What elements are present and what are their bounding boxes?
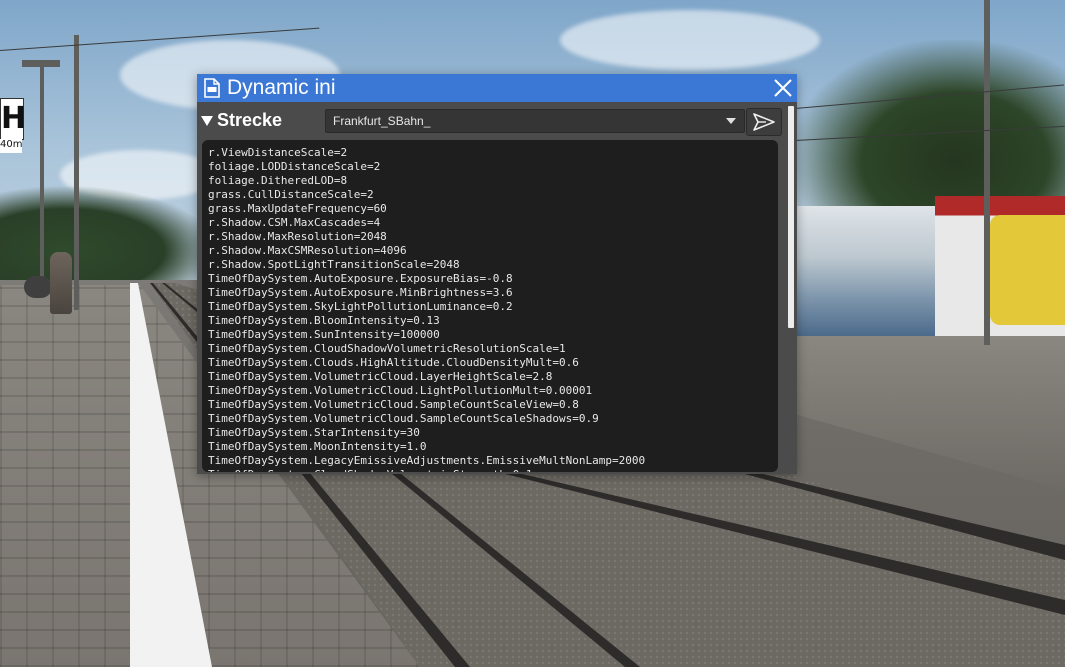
ini-line: r.Shadow.MaxCSMResolution=4096	[208, 244, 407, 257]
close-button[interactable]	[771, 76, 795, 100]
ini-line: grass.MaxUpdateFrequency=60	[208, 202, 387, 215]
dialog-titlebar[interactable]: Dynamic ini	[197, 74, 797, 102]
panel-scrollbar[interactable]	[788, 106, 794, 328]
apply-send-button[interactable]	[746, 108, 782, 136]
ini-text-area[interactable]: r.ViewDistanceScale=2 foliage.LODDistance…	[202, 140, 778, 472]
station-sign: H	[0, 98, 26, 140]
bench	[24, 276, 52, 298]
distance-sign: 40m	[0, 139, 22, 153]
ini-line: foliage.DitheredLOD=8	[208, 174, 348, 187]
ini-line: TimeOfDaySystem.Clouds.HighAltitude.Clou…	[208, 356, 579, 369]
route-select-value: Frankfurt_SBahn_	[333, 114, 431, 128]
ini-line: TimeOfDaySystem.AutoExposure.MinBrightne…	[208, 286, 513, 299]
ini-line: TimeOfDaySystem.LegacyEmissiveAdjustment…	[208, 454, 646, 467]
ini-line: TimeOfDaySystem.CloudShadowVolumetricRes…	[208, 342, 566, 355]
ini-line: TimeOfDaySystem.StarIntensity=30	[208, 426, 420, 439]
strecke-section-toggle[interactable]: Strecke	[201, 110, 282, 131]
ini-line: TimeOfDaySystem.VolumetricCloud.SampleCo…	[208, 412, 599, 425]
ini-line: r.Shadow.MaxResolution=2048	[208, 230, 387, 243]
dialog-title: Dynamic ini	[227, 76, 336, 99]
ini-line: foliage.LODDistanceScale=2	[208, 160, 381, 173]
route-select[interactable]: Frankfurt_SBahn_	[325, 109, 745, 133]
lamp-head	[22, 60, 60, 67]
ini-line: TimeOfDaySystem.MoonIntensity=1.0	[208, 440, 427, 453]
ini-file-icon	[203, 77, 221, 99]
ini-line: TimeOfDaySystem.VolumetricCloud.SampleCo…	[208, 398, 579, 411]
ini-line: TimeOfDaySystem.AutoExposure.ExposureBia…	[208, 272, 513, 285]
train-front	[990, 215, 1065, 325]
ini-line: r.ViewDistanceScale=2	[208, 146, 348, 159]
lamp-pole	[40, 62, 44, 282]
cloud	[560, 10, 820, 70]
section-label: Strecke	[217, 110, 283, 130]
ini-line: TimeOfDaySystem.SkyLightPollutionLuminan…	[208, 300, 513, 313]
platform-shelter	[795, 206, 935, 336]
ini-line: r.Shadow.CSM.MaxCascades=4	[208, 216, 381, 229]
ini-line: TimeOfDaySystem.VolumetricCloud.LayerHei…	[208, 370, 553, 383]
ini-line: TimeOfDaySystem.SunIntensity=100000	[208, 328, 440, 341]
catenary-mast	[984, 0, 990, 345]
dynamic-ini-dialog: Dynamic ini Strecke Frankfurt_SBahn_ r.V…	[197, 74, 797, 474]
strecke-section-header: Strecke Frankfurt_SBahn_	[197, 106, 797, 136]
ini-line: TimeOfDaySystem.BloomIntensity=0.13	[208, 314, 440, 327]
send-icon	[753, 113, 775, 131]
ini-line: TimeOfDaySystem.CloudShadowVolumetricStr…	[208, 468, 778, 472]
triangle-down-icon	[201, 115, 213, 126]
catenary-mast	[74, 35, 79, 310]
chevron-down-icon	[726, 118, 736, 124]
ini-line: grass.CullDistanceScale=2	[208, 188, 374, 201]
ini-text-content: r.ViewDistanceScale=2 foliage.LODDistance…	[202, 140, 778, 472]
close-icon	[774, 79, 792, 97]
ini-line: TimeOfDaySystem.VolumetricCloud.LightPol…	[208, 384, 593, 397]
ini-line: r.Shadow.SpotLightTransitionScale=2048	[208, 258, 460, 271]
person	[50, 252, 72, 314]
